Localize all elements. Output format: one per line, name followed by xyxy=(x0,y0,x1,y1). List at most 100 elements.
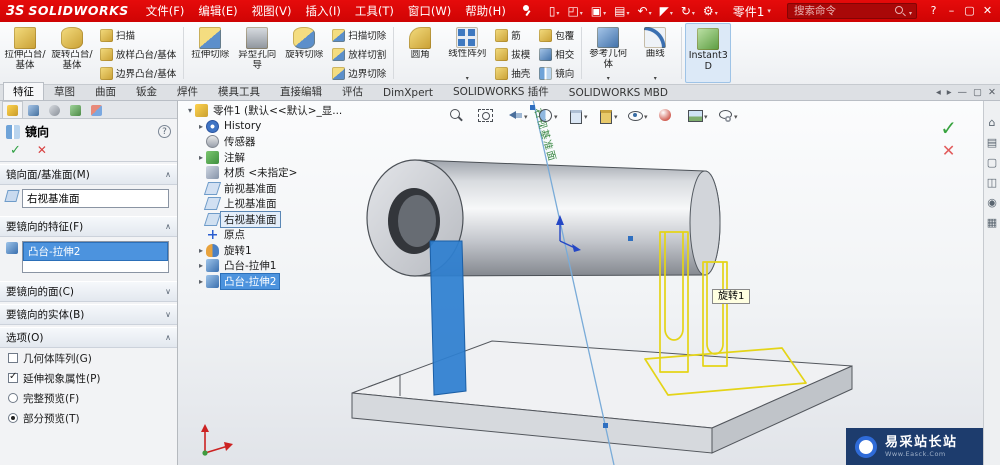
group-features-to-mirror[interactable]: 要镜向的特征(F) xyxy=(0,216,177,237)
lofted-boss-button[interactable]: 放样凸台/基体 xyxy=(96,46,180,62)
close-document-button[interactable] xyxy=(988,86,996,100)
selected-face[interactable] xyxy=(430,241,466,395)
display-style-button[interactable] xyxy=(596,106,621,125)
tree-item[interactable]: 前视基准面 xyxy=(196,181,350,197)
tree-item[interactable]: 材质 <未指定> xyxy=(196,165,350,181)
section-view-button[interactable] xyxy=(536,106,561,125)
confirm-cancel-button[interactable]: ✕ xyxy=(942,144,955,158)
group-mirror-face[interactable]: 镜向面/基准面(M) xyxy=(0,164,177,185)
print-button[interactable] xyxy=(611,3,632,19)
fillet-button[interactable]: 圆角 xyxy=(397,23,443,83)
view-palette-icon[interactable]: ◫ xyxy=(987,177,997,189)
help-button[interactable]: ? xyxy=(925,2,942,20)
pin-menu-icon[interactable] xyxy=(522,5,533,17)
option-full-preview[interactable]: 完整预览(F) xyxy=(0,388,177,408)
commandmanager-tab[interactable]: 钣金 xyxy=(126,82,167,100)
expand-arrow[interactable]: ▾ xyxy=(185,106,195,115)
tree-item[interactable]: ▸ 注解 xyxy=(196,150,350,166)
restore-document-button[interactable] xyxy=(973,86,982,100)
edit-appearance-button[interactable] xyxy=(656,106,681,125)
commandmanager-tab[interactable]: 模具工具 xyxy=(208,82,270,100)
file-explorer-icon[interactable]: ▢ xyxy=(987,157,997,169)
options-button[interactable] xyxy=(700,3,721,19)
model-base[interactable] xyxy=(352,341,852,453)
option-propagate-visual[interactable]: 延伸视象属性(P) xyxy=(0,368,177,388)
appearances-scenes-icon[interactable]: ◉ xyxy=(987,197,997,209)
menu-item[interactable]: 窗口(W) xyxy=(401,1,458,21)
instant3d-button[interactable]: Instant3D xyxy=(685,23,731,83)
graphics-viewport[interactable]: ▾ 零件1 (默认<<默认>_显... ▸ History 传感器 xyxy=(178,101,983,465)
commandmanager-tab[interactable]: DimXpert xyxy=(373,85,443,100)
linear-pattern-button[interactable]: 线性阵列 xyxy=(444,23,490,83)
selected-plane-item[interactable]: 右视基准面 xyxy=(23,190,168,207)
save-button[interactable] xyxy=(588,3,609,19)
menu-item[interactable]: 编辑(E) xyxy=(191,1,244,21)
tree-item[interactable]: ▸ 旋转1 xyxy=(196,243,350,259)
commandmanager-tab[interactable]: 评估 xyxy=(332,82,373,100)
reference-geometry-button[interactable]: 参考几何体 xyxy=(585,23,631,83)
cancel-button[interactable]: ✕ xyxy=(37,143,47,158)
maximize-button[interactable] xyxy=(961,2,978,20)
expand-arrow[interactable]: ▸ xyxy=(196,246,206,255)
revolved-cut-button[interactable]: 旋转切除 xyxy=(281,23,327,83)
open-document-button[interactable] xyxy=(564,3,585,19)
tree-item[interactable]: 原点 xyxy=(196,227,350,243)
view-orientation-button[interactable] xyxy=(566,106,591,125)
tree-item[interactable]: 右视基准面 xyxy=(196,212,350,228)
custom-properties-icon[interactable]: ▦ xyxy=(987,217,997,229)
expand-arrow[interactable]: ▸ xyxy=(196,261,206,270)
view-settings-button[interactable] xyxy=(716,106,741,125)
wrap-button[interactable]: 包覆 xyxy=(535,27,578,43)
features-selection-box[interactable]: 凸台-拉伸2 xyxy=(22,241,169,273)
rib-button[interactable]: 筋 xyxy=(491,27,534,43)
featuremanager-tab[interactable] xyxy=(23,101,44,118)
minimize-document-button[interactable] xyxy=(958,86,968,100)
search-caret-icon[interactable] xyxy=(909,5,912,18)
expand-arrow[interactable]: ▸ xyxy=(196,277,206,286)
minimize-button[interactable] xyxy=(943,2,960,20)
model-cylinder[interactable] xyxy=(367,160,720,276)
tree-item[interactable]: 传感器 xyxy=(196,134,350,150)
commandmanager-tab[interactable]: 焊件 xyxy=(167,82,208,100)
propertym anager-tab[interactable] xyxy=(2,101,23,118)
extruded-cut-button[interactable]: 拉伸切除 xyxy=(187,23,233,83)
intersect-button[interactable]: 相交 xyxy=(535,46,578,62)
swept-boss-button[interactable]: 扫描 xyxy=(96,27,180,43)
mirror-button[interactable]: 镜向 xyxy=(535,65,578,81)
tree-item[interactable]: ▸ History xyxy=(196,119,350,135)
search-icon[interactable] xyxy=(895,6,906,17)
hole-wizard-button[interactable]: 异型孔向导 xyxy=(234,23,280,83)
option-partial-preview[interactable]: 部分预览(T) xyxy=(0,408,177,428)
revolved-boss-button[interactable]: 旋转凸台/基体 xyxy=(49,23,95,83)
commandmanager-tab[interactable]: SOLIDWORKS MBD xyxy=(559,85,678,100)
curves-button[interactable]: 曲线 xyxy=(632,23,678,83)
extruded-boss-button[interactable]: 拉伸凸台/基体 xyxy=(2,23,48,83)
partial-preview-radio[interactable] xyxy=(8,413,18,423)
tree-item[interactable]: ▸ 凸台-拉伸2 xyxy=(196,274,350,290)
ok-button[interactable]: ✓ xyxy=(10,143,21,158)
design-library-icon[interactable]: ▤ xyxy=(987,137,997,149)
boundary-boss-button[interactable]: 边界凸台/基体 xyxy=(96,65,180,81)
option-geometry-pattern[interactable]: 几何体阵列(G) xyxy=(0,348,177,368)
menu-item[interactable]: 文件(F) xyxy=(139,1,192,21)
menu-item[interactable]: 视图(V) xyxy=(245,1,299,21)
search-input[interactable] xyxy=(792,4,892,18)
dimxpertmanager-tab[interactable] xyxy=(65,101,86,118)
configurationmanager-tab[interactable] xyxy=(44,101,65,118)
menu-item[interactable]: 工具(T) xyxy=(348,1,401,21)
tree-item[interactable]: 上视基准面 xyxy=(196,196,350,212)
command-search[interactable] xyxy=(787,3,917,19)
help-icon[interactable]: ? xyxy=(158,125,171,138)
undo-button[interactable] xyxy=(635,3,655,19)
boundary-cut-button[interactable]: 边界切除 xyxy=(328,65,390,81)
displaymanager-tab[interactable] xyxy=(86,101,107,118)
confirm-ok-button[interactable]: ✓ xyxy=(940,119,957,137)
draft-button[interactable]: 拔模 xyxy=(491,46,534,62)
close-button[interactable] xyxy=(979,2,996,20)
feature-tree-root[interactable]: ▾ 零件1 (默认<<默认>_显... xyxy=(185,103,350,119)
zoom-to-fit-button[interactable] xyxy=(446,106,471,125)
new-document-button[interactable] xyxy=(546,3,563,19)
commandmanager-tab[interactable]: 特征 xyxy=(3,82,44,100)
selected-feature-item[interactable]: 凸台-拉伸2 xyxy=(23,242,168,261)
menu-item[interactable]: 插入(I) xyxy=(298,1,347,21)
